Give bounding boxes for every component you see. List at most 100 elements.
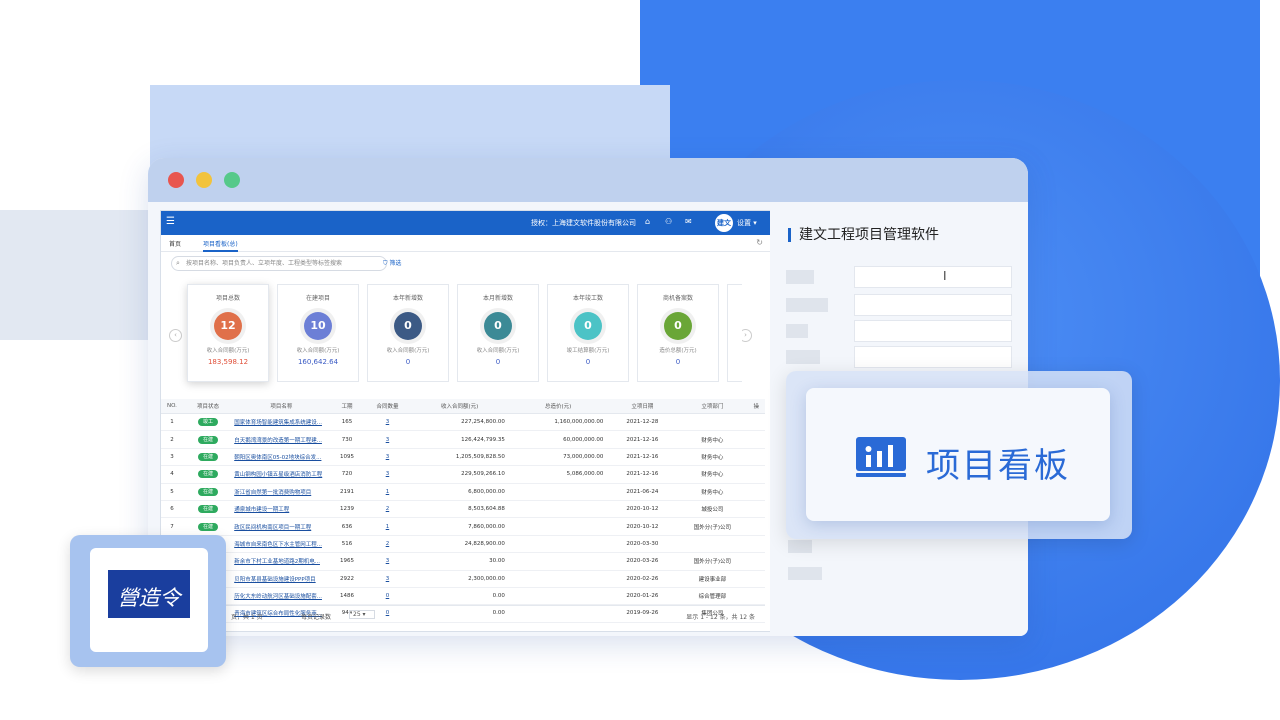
column-header[interactable]: 工期 [329, 399, 365, 414]
contract-count-link[interactable]: 3 [364, 448, 411, 467]
table-cell [747, 535, 765, 554]
contract-count-link[interactable]: 3 [364, 430, 411, 449]
table-row[interactable]: 3 在建 朝阳区奥体南区05-02地块综合发... 1095 3 1,205,509,82… [161, 448, 765, 467]
project-name-link[interactable]: 历化大东岭动航河区基础设施配套... [233, 587, 330, 606]
project-name-link[interactable]: 新余市下村工业基地道路2期机电... [233, 552, 330, 571]
project-name-link[interactable]: 贝阳市某县基础设施建设PPP项目 [233, 570, 330, 588]
project-name-link[interactable]: 浙江省自然第一批消费购物项目 [233, 483, 330, 501]
settings-menu[interactable]: 设置 ▾ [737, 218, 757, 228]
table-row[interactable]: 8在建海城市自来南色区下水主管网工程...516224,828,900.0020… [161, 535, 765, 554]
table-row[interactable]: 11在建历化大东岭动航河区基础设施配套...148600.002020-01-2… [161, 587, 765, 606]
table-cell [508, 483, 608, 501]
chat-icon[interactable]: ✉ [685, 217, 692, 226]
table-header-row: NO. 项目状态 项目名称 工期 合同数量 收入合同额(元) 总造价(元) 立项… [161, 399, 765, 414]
tab-home[interactable]: 首页 [169, 239, 181, 248]
table-cell [747, 500, 765, 519]
contract-count-link[interactable]: 1 [364, 517, 411, 536]
table-cell [747, 570, 765, 588]
form-label-placeholder [788, 567, 822, 580]
stat-card[interactable]: 本年竣工数 0 竣工结算额(万元) 0 [547, 284, 629, 382]
project-name-link[interactable]: 白天鹅湾湾景的改造第一期工程建... [233, 430, 330, 449]
column-header[interactable]: 立项日期 [607, 399, 678, 414]
home-icon[interactable]: ⌂ [645, 217, 650, 226]
contract-count-link[interactable]: 0 [364, 587, 411, 606]
column-header[interactable]: 合同数量 [364, 399, 411, 414]
minimize-dot-icon[interactable] [196, 172, 212, 188]
project-name-link[interactable]: 朝阳区奥体南区05-02地块综合发... [233, 448, 330, 467]
contract-count-link[interactable]: 2 [364, 535, 411, 554]
stat-card[interactable]: 在建项目 10 收入合同额(万元) 160,642.64 [277, 284, 359, 382]
table-cell: 1 [161, 413, 183, 432]
table-cell: 竣工 [182, 413, 234, 432]
form-input[interactable] [854, 320, 1012, 342]
column-header[interactable]: 总造价(元) [508, 399, 608, 414]
card-title: 商机备案数 [662, 295, 693, 302]
project-name-link[interactable]: 政区民间机构南区项目一期工程 [233, 517, 330, 536]
card-title: 在建项目 [305, 295, 330, 302]
project-name-link[interactable]: 国家体育场智能建筑集成系统建设... [233, 413, 330, 432]
contract-count-link[interactable]: 1 [364, 483, 411, 501]
record-range: 显示 1 - 12 条，共 12 条 [686, 614, 755, 621]
avatar[interactable]: 建文 [715, 214, 733, 232]
card-title: 项目总数 [215, 295, 240, 302]
close-dot-icon[interactable] [168, 172, 184, 188]
table-cell: 在建 [182, 430, 234, 449]
filter-button[interactable]: ⛉ 筛选 [383, 258, 401, 268]
table-row[interactable]: 6 在建 通泉城市建设一期工程 1239 2 8,503,604.88 2020-10-12… [161, 500, 765, 519]
maximize-dot-icon[interactable] [224, 172, 240, 188]
table-cell: 2 [161, 430, 183, 449]
table-row[interactable]: 10在建贝阳市某县基础设施建设PPP项目292232,300,000.00202… [161, 570, 765, 588]
column-header[interactable]: 项目状态 [182, 399, 234, 414]
card-value: 0 [495, 358, 501, 366]
project-board-label: 项目看板 [926, 446, 1070, 486]
table-row[interactable]: 5 在建 浙江省自然第一批消费购物项目 2191 1 6,800,000.00 2021-0… [161, 483, 765, 501]
table-row[interactable]: 4 在建 黄山钢构园小镇五星级酒店消防工程 720 3 229,509,266.10 5,0… [161, 465, 765, 484]
card-count: 0 [664, 312, 692, 340]
org-icon[interactable]: ⚇ [665, 217, 672, 226]
stat-card[interactable]: 本月新增数 0 收入合同额(万元) 0 [457, 284, 539, 382]
status-badge: 在建 [198, 470, 219, 479]
status-badge: 在建 [198, 435, 219, 444]
table-row[interactable]: 9在建新余市下村工业基地道路2期机电...1965330.002020-03-2… [161, 552, 765, 571]
project-name-link[interactable]: 黄山钢构园小镇五星级酒店消防工程 [233, 465, 330, 484]
table-cell: 3 [161, 448, 183, 467]
stat-card[interactable]: 商机备案数 0 造价总额(万元) 0 [637, 284, 719, 382]
project-name-link[interactable]: 通泉城市建设一期工程 [233, 500, 330, 519]
column-header[interactable]: 收入合同额(元) [410, 399, 509, 414]
refresh-icon[interactable]: ↻ [756, 238, 763, 247]
table-cell: 综合管理部 [677, 587, 748, 606]
contract-count-link[interactable]: 3 [364, 552, 411, 571]
table-cell: 财务中心 [677, 483, 748, 501]
stat-card[interactable]: 本年新增数 0 收入合同额(万元) 0 [367, 284, 449, 382]
table-cell: 2020-10-12 [607, 517, 678, 536]
menu-icon[interactable]: ☰ [166, 216, 175, 227]
contract-count-link[interactable]: 3 [364, 465, 411, 484]
project-name-link[interactable]: 海城市自来南色区下水主管网工程... [233, 535, 330, 554]
contract-count-link[interactable]: 3 [364, 413, 411, 432]
column-header[interactable]: 项目名称 [233, 399, 330, 414]
card-count: 0 [484, 312, 512, 340]
table-row[interactable]: 7 在建 政区民间机构南区项目一期工程 636 1 7,860,000.00 2020-10… [161, 517, 765, 536]
form-input[interactable] [854, 294, 1012, 316]
search-icon: ⌕ [176, 259, 180, 267]
table-row[interactable]: 1 竣工 国家体育场智能建筑集成系统建设... 165 3 227,254,800.00 1… [161, 413, 765, 432]
tab-project-board[interactable]: 项目看板(总) [203, 239, 238, 252]
table-cell [508, 500, 608, 519]
background-grey-band [0, 210, 160, 340]
column-header[interactable]: NO. [161, 399, 183, 414]
stat-cards: 项目总数 12 收入合同额(万元) 183,598.12 在建项目 10 收入合… [179, 281, 742, 383]
table-cell: 7,860,000.00 [410, 517, 509, 536]
table-cell [677, 413, 748, 432]
table-row[interactable]: 2 在建 白天鹅湾湾景的改造第一期工程建... 730 3 126,424,799.35 6… [161, 430, 765, 449]
contract-count-link[interactable]: 3 [364, 570, 411, 588]
table-cell [508, 570, 608, 588]
contract-count-link[interactable]: 2 [364, 500, 411, 519]
project-dashboard-app: ☰ 授权：上海建文软件股份有限公司 ⌂ ⚇ ✉ 建文 设置 ▾ 首页 项目看板(… [160, 210, 772, 632]
stat-card[interactable]: 项目总数 12 收入合同额(万元) 183,598.12 [187, 284, 269, 382]
form-input[interactable] [854, 346, 1012, 368]
column-header[interactable]: 操 [747, 399, 765, 414]
page-size-select[interactable]: 25 ▾ [349, 610, 375, 619]
form-input[interactable]: I [854, 266, 1012, 288]
column-header[interactable]: 立项部门 [677, 399, 748, 414]
search-input[interactable]: ⌕ 按项目名称、项目负责人、立项年度、工程类型等标签搜索 [171, 256, 387, 271]
